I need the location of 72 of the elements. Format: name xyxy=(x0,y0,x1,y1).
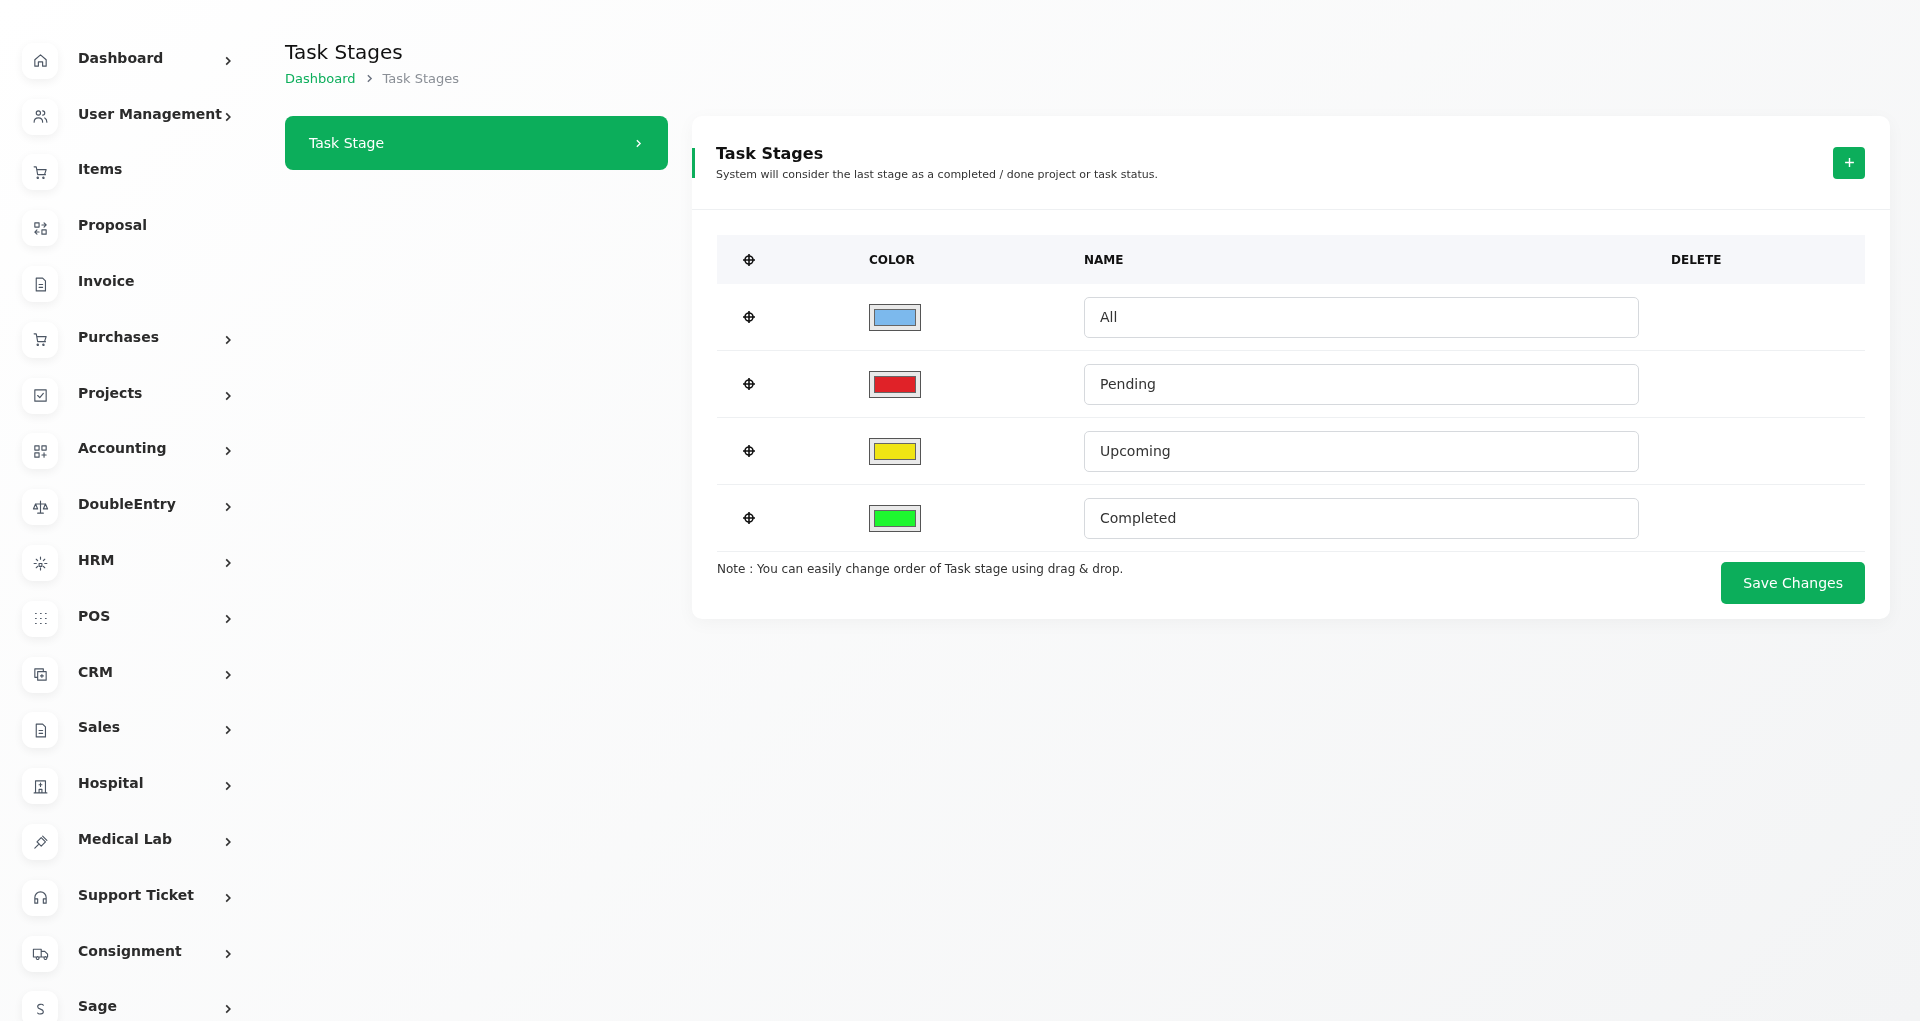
sidebar-label: Projects xyxy=(78,384,144,401)
sidebar-label: Dashboard xyxy=(78,49,165,66)
sidebar-item[interactable]: Purchases xyxy=(22,312,285,368)
sidebar-item[interactable]: Hospital xyxy=(22,758,285,815)
sidebar-label: Proposal xyxy=(78,217,148,234)
column-header: NAME xyxy=(1084,252,1124,267)
sidebar-label: Purchases xyxy=(78,328,160,345)
drag-handle-icon[interactable] xyxy=(742,377,756,391)
sidebar-label: Sage xyxy=(78,998,119,1015)
sidebar-label: Accounting xyxy=(78,440,168,457)
column-header: COLOR xyxy=(869,252,915,267)
card-title: Task Stages xyxy=(716,144,825,163)
sidebar-label: Consignment xyxy=(78,942,183,959)
sidebar-label: Hospital xyxy=(78,775,145,792)
menu-icon xyxy=(31,442,49,460)
sidebar-item[interactable]: Support Ticket xyxy=(22,869,285,926)
sidebar-label: User Management xyxy=(78,105,220,122)
menu-icon xyxy=(31,498,49,516)
sidebar-item[interactable]: CRM xyxy=(22,646,285,703)
stage-name-field[interactable]: All xyxy=(1084,296,1639,338)
color-picker[interactable] xyxy=(869,504,921,532)
sidebar-item[interactable]: Sales xyxy=(22,702,285,759)
sidebar-item[interactable]: Dashboard xyxy=(22,33,285,89)
menu-icon xyxy=(31,219,49,237)
drag-handle-icon[interactable] xyxy=(742,310,756,324)
menu-icon xyxy=(31,666,49,684)
drag-handle-icon[interactable] xyxy=(742,444,756,458)
sidebar-item[interactable]: HRM xyxy=(22,535,285,591)
menu-icon xyxy=(31,889,49,907)
sidebar-item[interactable]: DoubleEntry xyxy=(22,479,285,536)
sidebar-item[interactable]: Projects xyxy=(22,367,285,424)
color-picker[interactable] xyxy=(869,437,921,465)
sidebar-label: POS xyxy=(78,607,112,624)
sidebar-item[interactable]: Consignment xyxy=(22,925,285,982)
menu-icon xyxy=(31,108,49,126)
sidebar-item[interactable]: Items xyxy=(22,144,285,201)
menu-icon xyxy=(31,833,49,851)
stage-name-field[interactable]: Pending xyxy=(1084,363,1639,405)
drag-handle-icon[interactable] xyxy=(742,511,756,525)
color-picker[interactable] xyxy=(869,370,921,398)
crosshair-icon xyxy=(742,252,756,267)
stage-name-field[interactable]: Upcoming xyxy=(1084,430,1639,472)
menu-icon xyxy=(31,164,49,181)
sidebar-item[interactable]: Sage xyxy=(22,981,285,1021)
sidebar-label: Invoice xyxy=(78,273,136,290)
plus-icon xyxy=(1843,157,1855,168)
sidebar-item[interactable]: POS xyxy=(22,590,285,647)
menu-icon xyxy=(31,777,49,795)
sidebar-item[interactable]: Proposal xyxy=(22,200,285,257)
add-button[interactable] xyxy=(1833,146,1865,179)
breadcrumb-current: Task Stages xyxy=(382,71,460,86)
menu-icon xyxy=(31,554,49,572)
sidebar-label: HRM xyxy=(78,552,116,569)
column-header: DELETE xyxy=(1671,252,1722,267)
menu-icon xyxy=(31,52,49,70)
sidebar-item[interactable]: Invoice xyxy=(22,256,285,312)
sidebar-item[interactable]: Medical Lab xyxy=(22,814,285,870)
page-title: Task Stages xyxy=(285,40,404,64)
card-description: System will consider the last stage as a completed / done project or task status. xyxy=(716,168,1159,181)
menu-icon xyxy=(31,331,49,349)
sidebar-label: Items xyxy=(78,161,124,178)
color-picker[interactable] xyxy=(869,303,921,331)
sidebar-label: Medical Lab xyxy=(78,831,174,848)
stage-name-field[interactable]: Completed xyxy=(1084,497,1639,539)
menu-icon xyxy=(31,387,49,405)
sidebar-label: Support Ticket xyxy=(78,886,195,903)
sidebar-item[interactable]: Accounting xyxy=(22,423,285,480)
note-text: Note : You can easily change order of Task stage using drag & drop. xyxy=(717,562,1124,576)
sidebar-label: CRM xyxy=(78,663,114,680)
sidebar-label: DoubleEntry xyxy=(78,496,177,513)
sidebar-label: Sales xyxy=(78,719,122,736)
sidebar-item[interactable]: User Management xyxy=(22,88,285,145)
